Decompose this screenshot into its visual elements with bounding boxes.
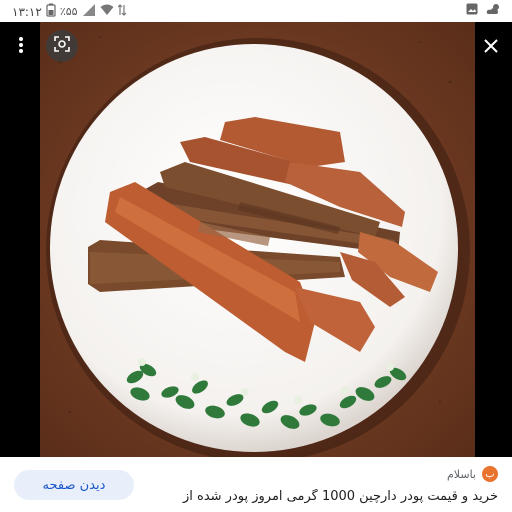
data-arrows-icon [117, 4, 126, 19]
visit-page-button[interactable]: دیدن صفحه [14, 470, 134, 500]
image-viewer[interactable] [0, 22, 512, 457]
more-vert-icon [18, 36, 24, 58]
google-lens-icon [53, 35, 71, 57]
battery-icon [46, 3, 56, 20]
result-title[interactable]: خرید و قیمت پودر دارچین 1000 گرمی امروز … [148, 489, 498, 504]
close-viewer-button[interactable] [476, 32, 506, 62]
weather-icon [486, 3, 502, 18]
wifi-icon [100, 4, 114, 19]
status-right [466, 3, 502, 18]
source-row: ب باسلام [447, 466, 498, 482]
close-icon [484, 38, 498, 57]
status-time: ۱۳:۱۲ [12, 4, 42, 19]
no-sim-icon [82, 3, 96, 20]
cinnamon-photo[interactable] [40, 22, 475, 457]
source-logo-icon: ب [482, 466, 498, 482]
source-name: باسلام [446, 467, 476, 481]
battery-level: ٪۵۵ [59, 5, 78, 18]
gallery-icon [466, 3, 478, 18]
more-options-button[interactable] [6, 32, 36, 62]
status-bar: ۱۳:۱۲ ٪۵۵ [0, 0, 512, 22]
lens-search-button[interactable] [46, 30, 78, 62]
result-card[interactable]: دیدن صفحه ب باسلام خرید و قیمت پودر دارچ… [0, 457, 512, 512]
status-left: ۱۳:۱۲ ٪۵۵ [12, 3, 126, 20]
